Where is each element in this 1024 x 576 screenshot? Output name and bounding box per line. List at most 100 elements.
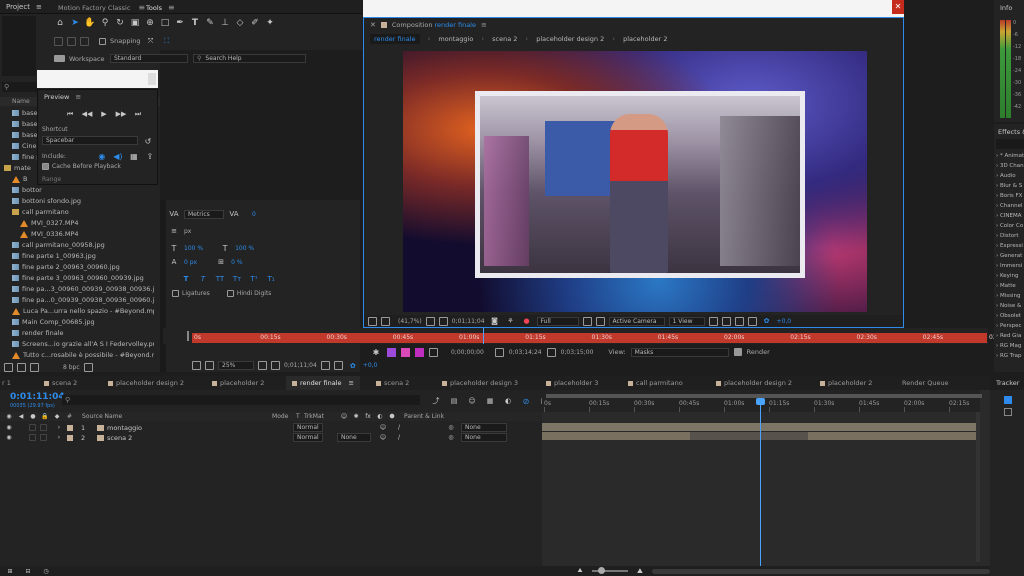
out-point[interactable]: 0;03;14;24	[509, 349, 542, 356]
zoom-in-icon[interactable]: ⛰	[634, 566, 646, 576]
secondary-timecode[interactable]: 0;01;11;04	[284, 362, 317, 369]
file-item[interactable]: fine pa...3_00960_00939_00938_00936.jpg	[12, 284, 154, 294]
timeline-tab[interactable]: placeholder design 2	[716, 376, 792, 390]
trkmat-dropdown[interactable]: None	[337, 433, 371, 442]
effects-category[interactable]: › * Animati	[996, 153, 1024, 159]
grid-icon[interactable]	[425, 316, 435, 326]
new-composition-icon[interactable]	[30, 362, 39, 372]
breadcrumb-item[interactable]: montaggio	[438, 35, 473, 43]
tracker-square-icon[interactable]	[1004, 408, 1012, 416]
bit-depth-label[interactable]: 8 bpc	[63, 364, 80, 371]
transparency-grid-icon[interactable]	[595, 316, 605, 326]
trash-icon[interactable]	[83, 362, 93, 372]
collapse-column-icon[interactable]: ✺	[350, 412, 362, 421]
tracker-title[interactable]: Tracker	[996, 379, 1019, 387]
shy-switch-icon[interactable]: ☺	[377, 432, 389, 444]
include-audio-icon[interactable]: ◀)	[112, 150, 124, 162]
small-caps-icon[interactable]: Tт	[231, 273, 243, 285]
kerning-dropdown[interactable]: Metrics	[184, 209, 224, 219]
shape-tool-icon[interactable]: □	[159, 17, 171, 29]
folder-item[interactable]: call parmitano	[12, 207, 154, 217]
label-color-box[interactable]	[67, 434, 73, 441]
roto-brush-tool-icon[interactable]: ✐	[249, 17, 261, 29]
panel-menu-icon[interactable]: ≡	[168, 3, 175, 12]
timeline-tab[interactable]: render finale ≡	[286, 376, 360, 390]
camera-snapshot-icon[interactable]	[320, 361, 330, 370]
file-item[interactable]: Main Comp_00685.jpg	[12, 317, 154, 327]
play-icon[interactable]: ▶	[98, 108, 110, 120]
camera-tool-icon[interactable]: ▣	[129, 17, 141, 29]
out-marker-swatch[interactable]	[401, 347, 410, 357]
effects-search[interactable]	[996, 139, 1024, 149]
pan-behind-tool-icon[interactable]: ⊕	[144, 17, 156, 29]
layer-mode-dropdown[interactable]: Normal	[293, 433, 323, 442]
toggle-pixel-icon[interactable]	[708, 316, 718, 326]
track-bar-layer-2-c[interactable]	[808, 432, 980, 440]
mode-column[interactable]: Mode	[272, 413, 296, 420]
faux-italic-icon[interactable]: T	[197, 273, 209, 285]
fast-preview-icon[interactable]	[721, 316, 731, 326]
timeline-tab[interactable]: placeholder 2	[212, 376, 264, 390]
pickwhip-icon[interactable]: ◎	[445, 432, 457, 444]
brush-tool-icon[interactable]: ✎	[204, 17, 216, 29]
effects-category[interactable]: › RG Trap	[996, 353, 1021, 359]
exposure-icon[interactable]: ✿	[347, 360, 359, 371]
horizontal-scale-icon[interactable]: T	[219, 242, 231, 254]
effects-category[interactable]: › Immersi	[996, 263, 1022, 269]
first-frame-icon[interactable]: ⏮	[64, 108, 76, 120]
always-preview-icon[interactable]	[368, 316, 377, 326]
lock-icon[interactable]	[380, 22, 387, 28]
ripple-icon[interactable]: ✱	[370, 346, 382, 358]
effects-category[interactable]: › Color Co	[996, 223, 1023, 229]
lock-box[interactable]	[40, 424, 47, 431]
video-switch-icon[interactable]: ◉	[3, 412, 15, 421]
effects-category[interactable]: › Boris FX	[996, 193, 1022, 199]
lock-box[interactable]	[40, 434, 47, 441]
breadcrumb-item[interactable]: scena 2	[492, 35, 517, 43]
track-bar-layer-1[interactable]	[542, 423, 980, 431]
adjustment-column-icon[interactable]: ◐	[374, 412, 386, 421]
zoom-slider[interactable]	[592, 567, 628, 574]
roi-icon[interactable]	[582, 316, 592, 326]
lock-switch-icon[interactable]: 🔒	[39, 412, 51, 421]
graph-editor-icon[interactable]: ⊘	[520, 395, 532, 407]
secondary-exposure[interactable]: +0,0	[363, 362, 378, 369]
effects-category[interactable]: › Noise &	[996, 303, 1021, 309]
project-search[interactable]: ⚲	[2, 82, 38, 92]
track-bar-layer-2-a[interactable]	[542, 432, 690, 440]
faux-bold-icon[interactable]: T	[180, 273, 192, 285]
file-item[interactable]: bottor	[12, 185, 154, 195]
timeline-scrollbar[interactable]	[976, 412, 980, 562]
expand-arrow-icon[interactable]: ›	[53, 432, 65, 444]
subscript-icon[interactable]: T₁	[265, 273, 277, 285]
snap-edges-icon[interactable]: ⤧	[145, 36, 157, 46]
file-item[interactable]: fine parte 3_00963_00960_00939.jpg	[12, 273, 154, 283]
timeline-tab[interactable]: placeholder 2	[820, 376, 872, 390]
fx-column-icon[interactable]: fx	[362, 412, 374, 421]
view-dropdown[interactable]: Masks	[630, 347, 729, 357]
type-tool-icon[interactable]: T	[189, 17, 201, 29]
next-frame-icon[interactable]: ▶▶	[115, 108, 127, 120]
vertical-scale-icon[interactable]: T	[168, 242, 180, 254]
show-snapshot-icon[interactable]: ⚘	[505, 315, 517, 327]
motion-factory-tab[interactable]: Motion Factory Classic ≡	[58, 3, 145, 12]
effects-category[interactable]: › CINEMA	[996, 213, 1022, 219]
hindi-digits-checkbox[interactable]	[226, 290, 234, 297]
file-item[interactable]: Tutto c...rosabile è possibile - #Beyond…	[12, 350, 154, 360]
quality-switch-icon[interactable]: /	[393, 432, 405, 444]
snapshot-icon[interactable]: ◙	[489, 315, 501, 327]
views-dropdown[interactable]: 1 View	[668, 316, 705, 326]
file-item[interactable]: render finale	[12, 328, 154, 338]
reset-icon[interactable]: ↺	[142, 135, 154, 147]
file-item[interactable]: fine parte 1_00963.jpg	[12, 251, 154, 261]
file-item[interactable]: fine pa...0_00939_00938_00936_00960.jpg	[12, 295, 154, 305]
effects-title[interactable]: Effects &	[998, 128, 1024, 136]
layer-name[interactable]: scena 2	[107, 434, 293, 442]
timeline-tab[interactable]: Render Queue	[902, 376, 949, 390]
composition-mini-flowchart-icon[interactable]: ⤴	[430, 395, 442, 407]
reset-exposure-icon[interactable]: ✿	[761, 315, 773, 327]
effects-category[interactable]: › Audio	[996, 173, 1016, 179]
mark-swatch[interactable]	[415, 347, 424, 357]
file-item[interactable]: MVI_0327.MP4	[20, 218, 154, 228]
tracking-icon[interactable]: VA	[228, 208, 240, 220]
